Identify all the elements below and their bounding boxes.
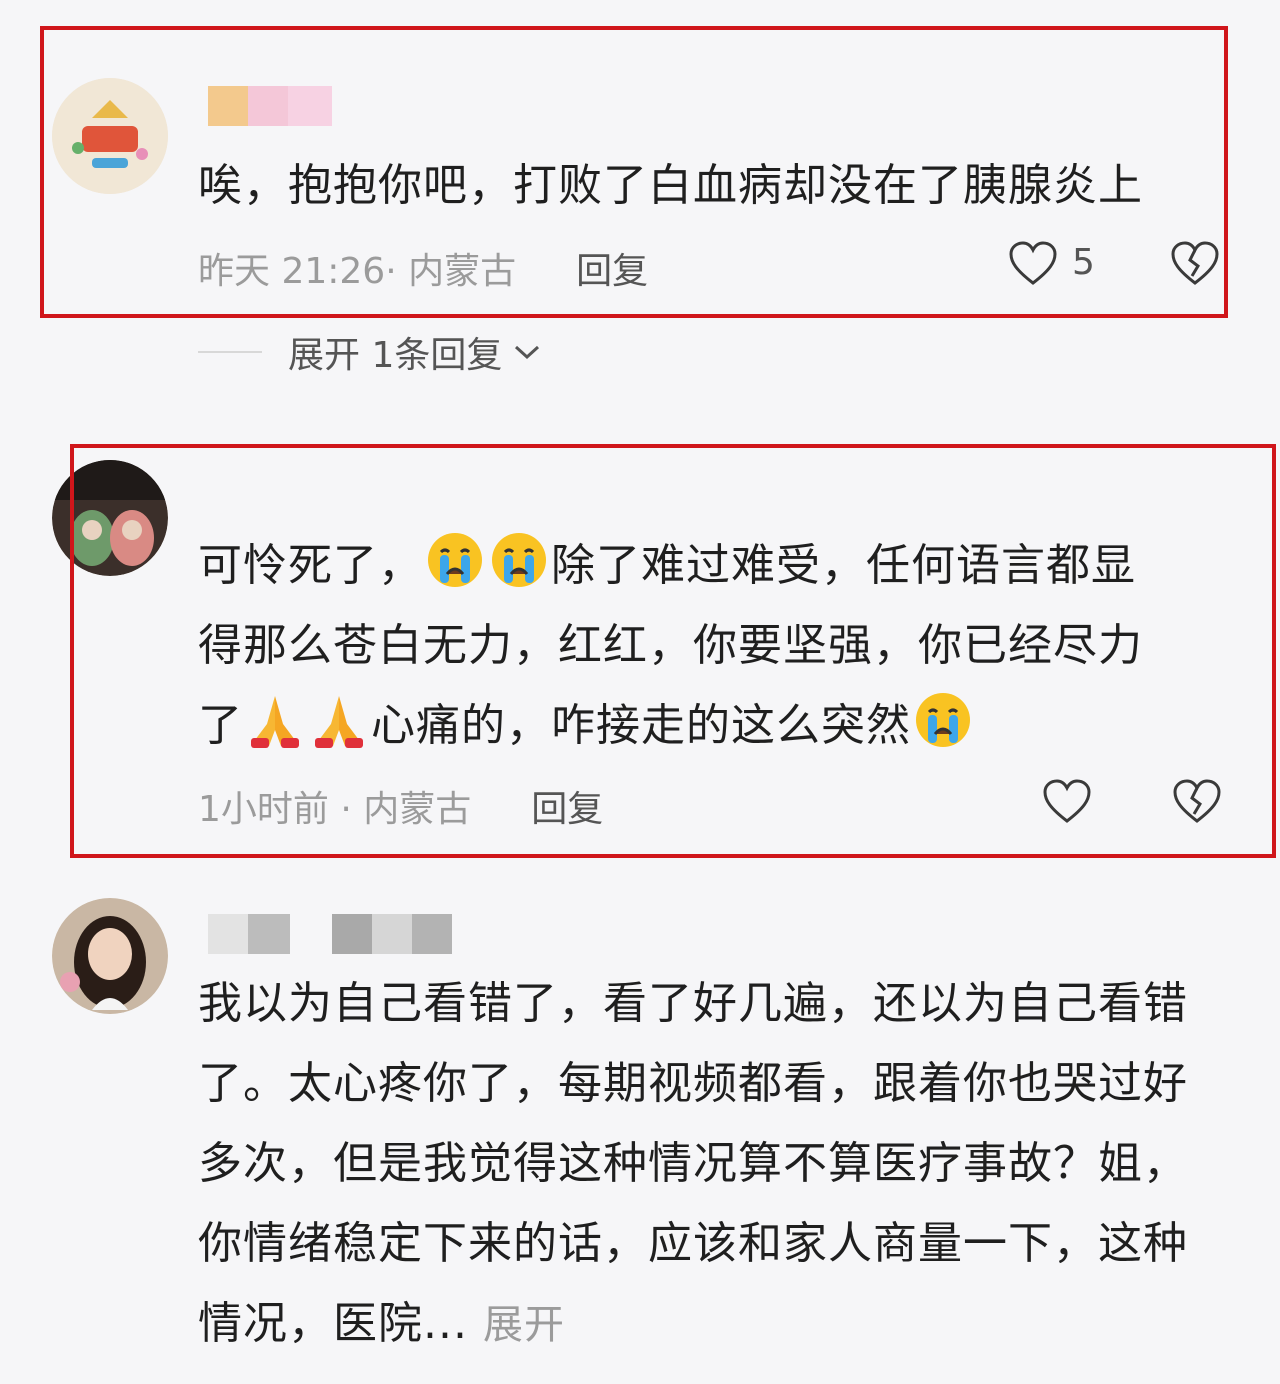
crying-face-icon [428,533,482,587]
avatar-image [52,898,168,1014]
time-location: 1小时前 · 内蒙古 [198,789,472,830]
heart-icon [1009,241,1057,285]
like-button[interactable] [1042,778,1092,828]
username-blurred[interactable] [208,86,332,126]
avatar[interactable] [52,460,168,576]
comment-line-3: 了 心痛的，咋接走的这么突然 [198,686,1218,766]
avatar-image [52,460,168,576]
like-count: 5 [1072,242,1095,283]
reply-button[interactable]: 回复 [531,780,603,832]
comment-text: 我以为自己看错了，看了好几遍，还以为自己看错了。太心疼你了，每期视频都看，跟着你… [198,964,1218,1365]
praying-hands-icon [315,696,363,748]
text-segment: 可怜死了， [198,540,423,591]
broken-heart-icon [1173,779,1221,823]
expand-more-link[interactable]: 展开 [483,1302,565,1348]
expand-replies[interactable]: 展开 1条回复 [198,328,542,376]
text-segment: 了 [198,700,243,751]
comment-text: 唉，抱抱你吧，打败了白血病却没在了胰腺炎上 [198,160,1143,211]
broken-heart-icon [1171,241,1219,285]
comment-text: 可怜死了， 除了难过难受，任何语言都显 得那么苍白无力，红红，你要坚强，你已经尽力… [198,526,1218,766]
comment-meta: 昨天 21:26· 内蒙古 回复 [198,242,648,294]
reply-button[interactable]: 回复 [576,242,648,294]
text-segment: 除了难过难受，任何语言都显 [551,540,1136,591]
like-button[interactable] [1008,240,1058,290]
heart-icon [1043,779,1091,823]
comment-line-2: 得那么苍白无力，红红，你要坚强，你已经尽力 [198,620,1143,671]
username-blurred[interactable] [208,914,452,954]
avatar[interactable] [52,78,168,194]
chevron-down-icon [515,345,540,360]
avatar-image [52,78,168,194]
comment-meta: 1小时前 · 内蒙古 回复 [198,780,603,832]
text-segment: 心痛的，咋接走的这么突然 [371,700,911,751]
crying-face-icon [916,693,970,747]
time-location: 昨天 21:26· 内蒙古 [198,251,517,292]
praying-hands-icon [251,696,299,748]
dislike-button[interactable] [1170,240,1220,290]
divider-line [198,351,262,353]
comment-line-1: 可怜死了， 除了难过难受，任何语言都显 [198,526,1218,606]
dislike-button[interactable] [1172,778,1222,828]
comment-body: 我以为自己看错了，看了好几遍，还以为自己看错了。太心疼你了，每期视频都看，跟着你… [198,978,1188,1349]
crying-face-icon [492,533,546,587]
avatar[interactable] [52,898,168,1014]
expand-replies-label: 展开 1条回复 [288,335,503,376]
